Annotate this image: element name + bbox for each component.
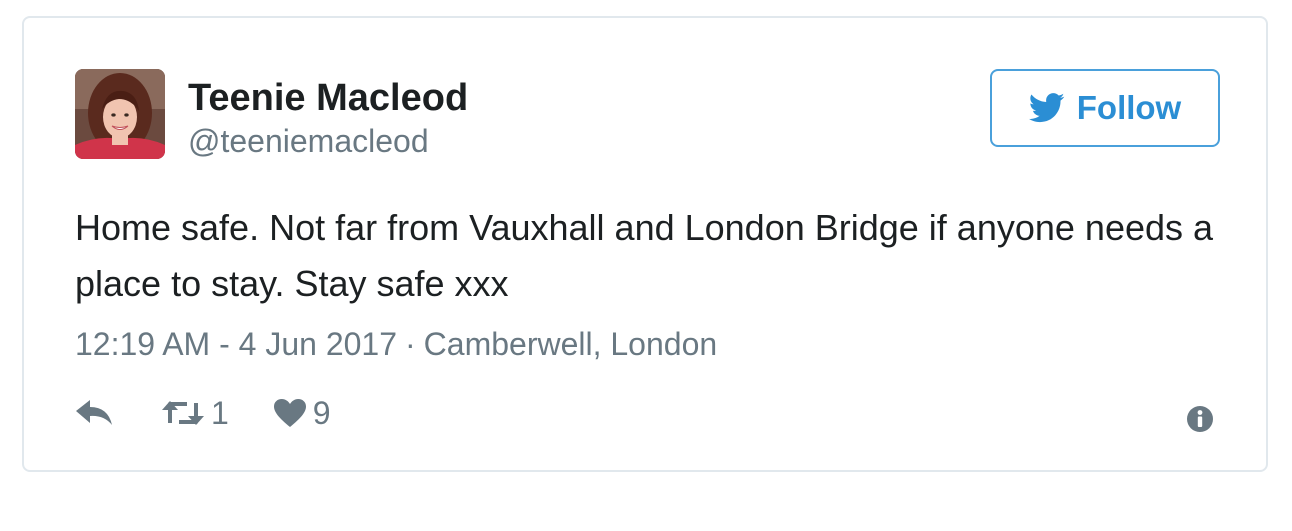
retweet-button[interactable]: 1	[161, 393, 229, 433]
info-button[interactable]	[1186, 405, 1214, 433]
like-count: 9	[312, 395, 331, 431]
tweet-text: Home safe. Not far from Vauxhall and Lon…	[75, 207, 1214, 304]
action-bar: 1 9	[75, 392, 331, 434]
user-name[interactable]: Teenie Macleod	[188, 74, 468, 122]
retweet-icon	[162, 401, 204, 425]
follow-button[interactable]: Follow	[990, 69, 1220, 147]
meta-separator: ·	[405, 326, 416, 362]
info-icon	[1187, 406, 1213, 432]
follow-label: Follow	[1076, 89, 1182, 126]
tweet-location[interactable]: Camberwell, London	[424, 326, 718, 362]
tweet-card: Teenie Macleod @teeniemacleod Follow Hom…	[22, 16, 1268, 472]
reply-icon	[76, 400, 112, 425]
retweet-count: 1	[211, 395, 229, 431]
avatar-image	[75, 69, 165, 159]
reply-button[interactable]	[75, 399, 113, 427]
twitter-bird-icon	[1028, 93, 1065, 123]
user-handle[interactable]: @teeniemacleod	[188, 121, 429, 161]
avatar[interactable]	[75, 69, 165, 159]
tweet-timestamp[interactable]: 12:19 AM - 4 Jun 2017	[75, 326, 397, 362]
heart-icon	[273, 399, 306, 427]
tweet-meta: 12:19 AM - 4 Jun 2017 · Camberwell, London	[75, 324, 717, 364]
like-button[interactable]: 9	[273, 393, 331, 433]
